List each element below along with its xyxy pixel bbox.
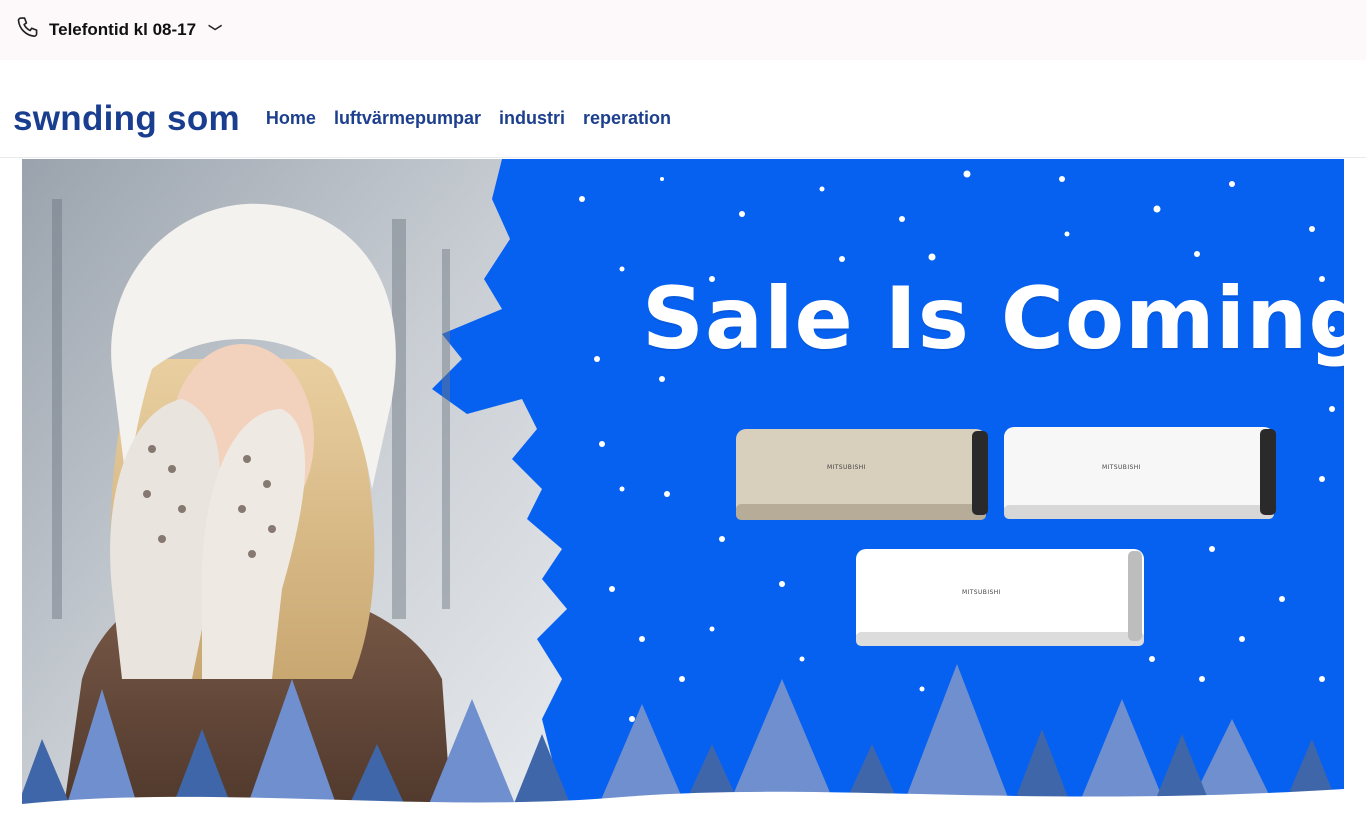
phone-icon <box>15 14 43 47</box>
site-logo[interactable]: swnding som <box>13 99 240 139</box>
ac-brand-label-2: MITSUBISHI <box>1102 464 1141 471</box>
topbar: Telefontid kl 08-17 ﹀ <box>0 0 1366 60</box>
banner-scene <box>22 159 1344 821</box>
hero-banner[interactable]: Sale Is Coming! MITSUBISHI MITSUBISHI MI… <box>22 159 1344 821</box>
ac-unit-white-bottom <box>856 549 1144 646</box>
site-header: swnding som Home luftvärmepumpar industr… <box>0 60 1366 158</box>
ac-brand-label-3: MITSUBISHI <box>962 589 1001 596</box>
ac-unit-gold <box>736 429 988 520</box>
phone-hours-label: Telefontid kl 08-17 <box>49 20 197 39</box>
ac-unit-white-right <box>1004 427 1276 519</box>
phone-hours-dropdown[interactable]: Telefontid kl 08-17 ﹀ <box>15 14 222 47</box>
main-nav: Home luftvärmepumpar industri reperation <box>266 108 671 129</box>
nav-industri[interactable]: industri <box>499 108 565 129</box>
sale-headline: Sale Is Coming! <box>642 269 1344 369</box>
nav-reperation[interactable]: reperation <box>583 108 671 129</box>
ac-brand-label-1: MITSUBISHI <box>827 464 866 471</box>
nav-home[interactable]: Home <box>266 108 316 129</box>
chevron-down-icon: ﹀ <box>208 24 223 40</box>
nav-luftvarmepumpar[interactable]: luftvärmepumpar <box>334 108 481 129</box>
